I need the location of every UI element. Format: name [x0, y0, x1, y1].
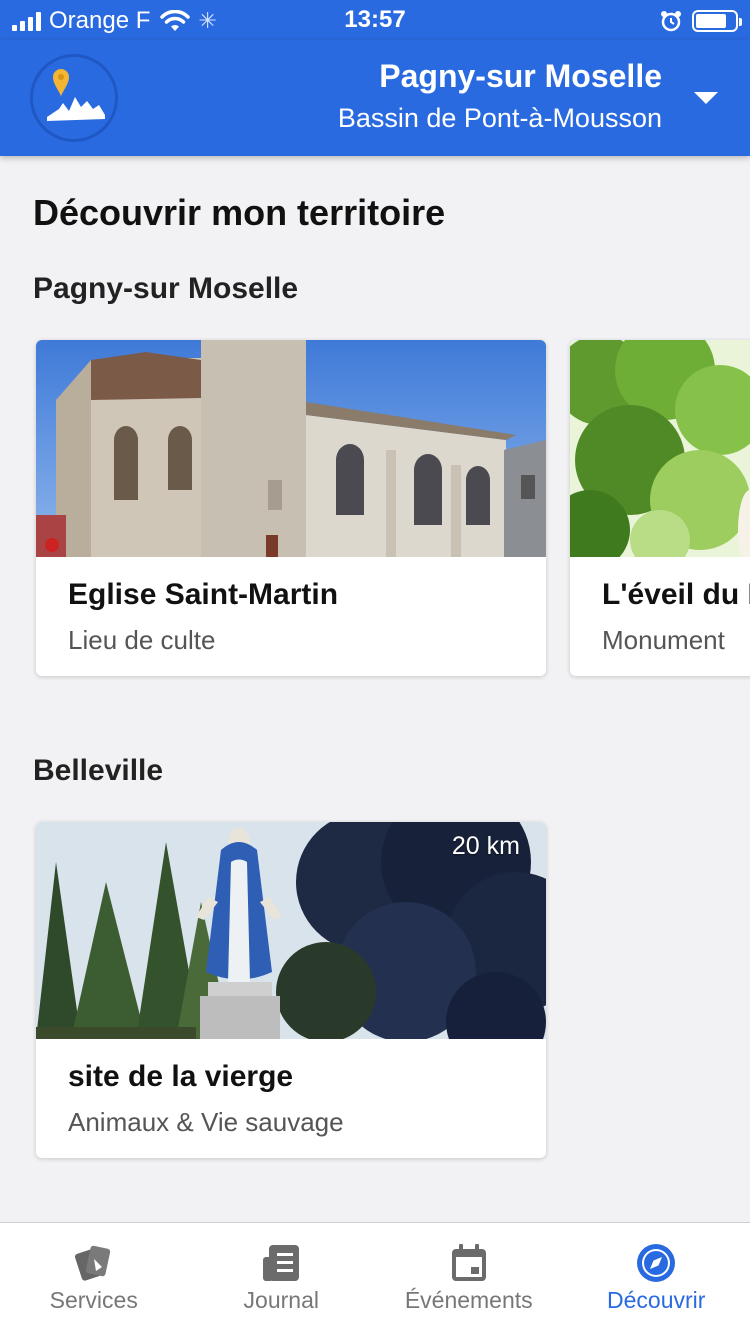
page-title: Découvrir mon territoire [33, 192, 446, 233]
status-right [660, 6, 742, 36]
app-logo[interactable] [30, 54, 118, 142]
section-title: Belleville [33, 754, 164, 787]
place-category: Animaux & Vie sauvage [68, 1107, 344, 1137]
calendar-icon [451, 1244, 486, 1281]
place-title: site de la vierge [68, 1060, 294, 1093]
status-bar: Orange F ✳ 13:57 [0, 0, 750, 40]
chevron-down-icon[interactable] [694, 92, 718, 104]
place-category: Monument [602, 625, 725, 655]
app-header: Pagny-sur Moselle Bassin de Pont-à-Mouss… [0, 40, 750, 156]
bottom-tab-bar: Services Journal Événements Découvrir [0, 1222, 750, 1334]
tab-label: Services [49, 1287, 138, 1313]
logo-mountain-icon [47, 69, 105, 121]
alarm-icon [661, 11, 681, 32]
section-title: Pagny-sur Moselle [33, 272, 299, 305]
town-name: Pagny-sur Moselle [379, 58, 662, 94]
town-selector[interactable]: Pagny-sur Moselle Bassin de Pont-à-Mouss… [338, 58, 662, 134]
tab-label: Découvrir [607, 1287, 706, 1313]
place-title: L'éveil du P [602, 578, 750, 611]
distance-badge: 20 km [451, 832, 520, 860]
status-time: 13:57 [344, 6, 406, 33]
church-photo [36, 340, 546, 557]
place-card[interactable]: L'éveil du P Monument [570, 340, 750, 676]
monument-photo [570, 340, 750, 557]
area-name: Bassin de Pont-à-Mousson [337, 103, 662, 133]
place-title: Eglise Saint-Martin [68, 578, 339, 611]
tab-events[interactable]: Événements [375, 1223, 563, 1334]
tab-label: Journal [243, 1287, 319, 1313]
tab-journal[interactable]: Journal [188, 1223, 376, 1334]
tab-label: Événements [404, 1287, 533, 1313]
tab-services[interactable]: Services [0, 1223, 188, 1334]
place-card[interactable]: 20 km site de la vierge Animaux & Vie sa… [36, 822, 546, 1158]
tab-discover[interactable]: Découvrir [563, 1223, 750, 1334]
discover-content[interactable]: Découvrir mon territoire Pagny-sur Mosel… [0, 156, 750, 1222]
battery-icon [692, 10, 742, 32]
place-category: Lieu de culte [68, 625, 216, 655]
place-card[interactable]: Eglise Saint-Martin Lieu de culte [36, 340, 546, 676]
compass-icon [637, 1244, 676, 1282]
services-icon [74, 1245, 110, 1281]
journal-icon [263, 1245, 300, 1281]
